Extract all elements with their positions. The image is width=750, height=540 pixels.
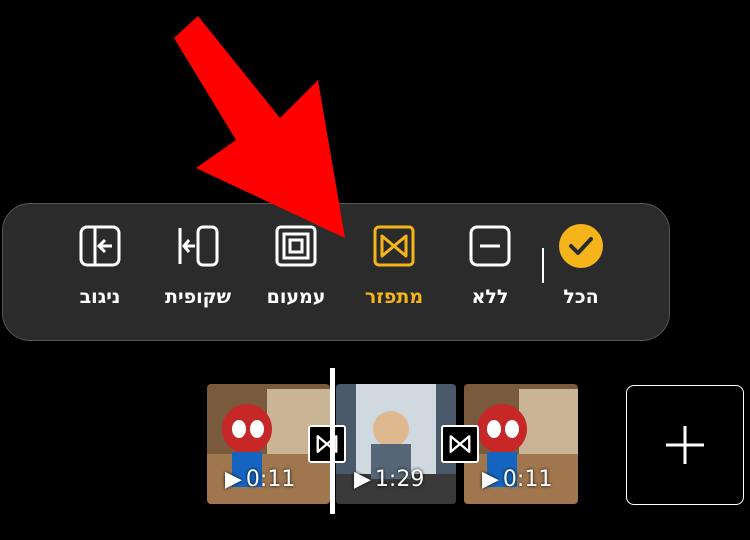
transition-option-label: הכל [563, 286, 599, 308]
transition-option-label: שקופית [165, 286, 231, 308]
bowtie-icon [316, 435, 338, 453]
plus-icon [666, 426, 704, 464]
transition-marker-1[interactable] [308, 425, 346, 463]
check-circle-icon [559, 224, 603, 268]
clip-duration-text: 1:29 [374, 467, 425, 492]
divider [542, 248, 544, 283]
clip-duration: ▶ 0:11 [225, 467, 295, 492]
play-icon: ▶ [482, 467, 499, 492]
transition-option-all[interactable]: הכל [536, 224, 626, 308]
transition-option-wipe[interactable]: ניגוב [55, 224, 145, 308]
slide-right-icon [178, 225, 219, 267]
clip-duration-text: 0:11 [245, 467, 296, 492]
clip-duration-text: 0:11 [502, 467, 553, 492]
transition-menu: הכל ללא מתפזר עמעום שקופית ניגוב [2, 203, 670, 341]
bowtie-icon [449, 435, 471, 453]
transition-marker-2[interactable] [441, 425, 479, 463]
transition-option-label: עמעום [266, 286, 326, 308]
clip-duration: ▶ 1:29 [354, 467, 424, 492]
play-icon: ▶ [354, 467, 371, 492]
wipe-left-icon [79, 225, 121, 267]
transition-option-dissolve[interactable]: מתפזר [349, 224, 439, 308]
minus-square-icon [469, 225, 511, 267]
bowtie-icon [373, 225, 415, 267]
video-clip-2[interactable]: ▶ 1:29 [336, 384, 456, 504]
play-icon: ▶ [225, 467, 242, 492]
concentric-squares-icon [275, 225, 317, 267]
add-clip-button[interactable] [626, 385, 744, 505]
transition-option-transparency[interactable]: שקופית [153, 224, 243, 308]
transition-option-label: מתפזר [364, 286, 424, 308]
transition-option-label: ניגוב [79, 286, 121, 308]
transition-option-none[interactable]: ללא [445, 224, 535, 308]
transition-option-fade[interactable]: עמעום [251, 224, 341, 308]
video-clip-3[interactable]: ▶ 0:11 [464, 384, 578, 504]
transition-option-label: ללא [471, 286, 509, 308]
clip-duration: ▶ 0:11 [482, 467, 552, 492]
playhead[interactable] [330, 368, 335, 514]
